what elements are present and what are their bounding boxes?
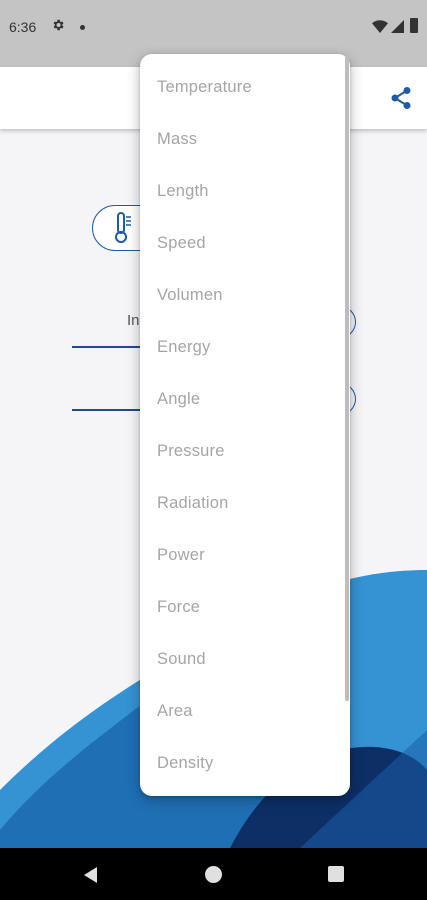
dropdown-item-temperature[interactable]: Temperature	[140, 61, 350, 113]
thermometer-icon	[115, 212, 131, 243]
share-icon[interactable]	[390, 86, 412, 110]
dropdown-list: Temperature Mass Length Speed Volumen Energy A…	[140, 61, 350, 789]
back-icon[interactable]	[82, 866, 98, 884]
notification-dot-icon	[80, 25, 85, 30]
category-dropdown-menu: Temperature Mass Length Speed Volumen Energy A…	[140, 54, 350, 796]
cellular-signal-icon	[391, 20, 404, 33]
wifi-icon	[372, 20, 388, 33]
dropdown-item-angle[interactable]: Angle	[140, 373, 350, 425]
dropdown-item-volumen[interactable]: Volumen	[140, 269, 350, 321]
input-label: In	[127, 312, 140, 329]
dropdown-scrollbar[interactable]	[345, 56, 349, 701]
dropdown-item-radiation[interactable]: Radiation	[140, 477, 350, 529]
recents-icon[interactable]	[328, 866, 344, 882]
dropdown-item-length[interactable]: Length	[140, 165, 350, 217]
dropdown-item-force[interactable]: Force	[140, 581, 350, 633]
settings-icon	[53, 19, 64, 31]
dropdown-item-pressure[interactable]: Pressure	[140, 425, 350, 477]
dropdown-item-energy[interactable]: Energy	[140, 321, 350, 373]
battery-icon	[410, 18, 418, 33]
dropdown-item-density[interactable]: Density	[140, 737, 350, 789]
status-time: 6:36	[9, 19, 37, 35]
home-icon[interactable]	[205, 866, 222, 883]
dropdown-item-mass[interactable]: Mass	[140, 113, 350, 165]
dropdown-item-speed[interactable]: Speed	[140, 217, 350, 269]
dropdown-item-area[interactable]: Area	[140, 685, 350, 737]
dropdown-item-power[interactable]: Power	[140, 529, 350, 581]
dropdown-item-sound[interactable]: Sound	[140, 633, 350, 685]
